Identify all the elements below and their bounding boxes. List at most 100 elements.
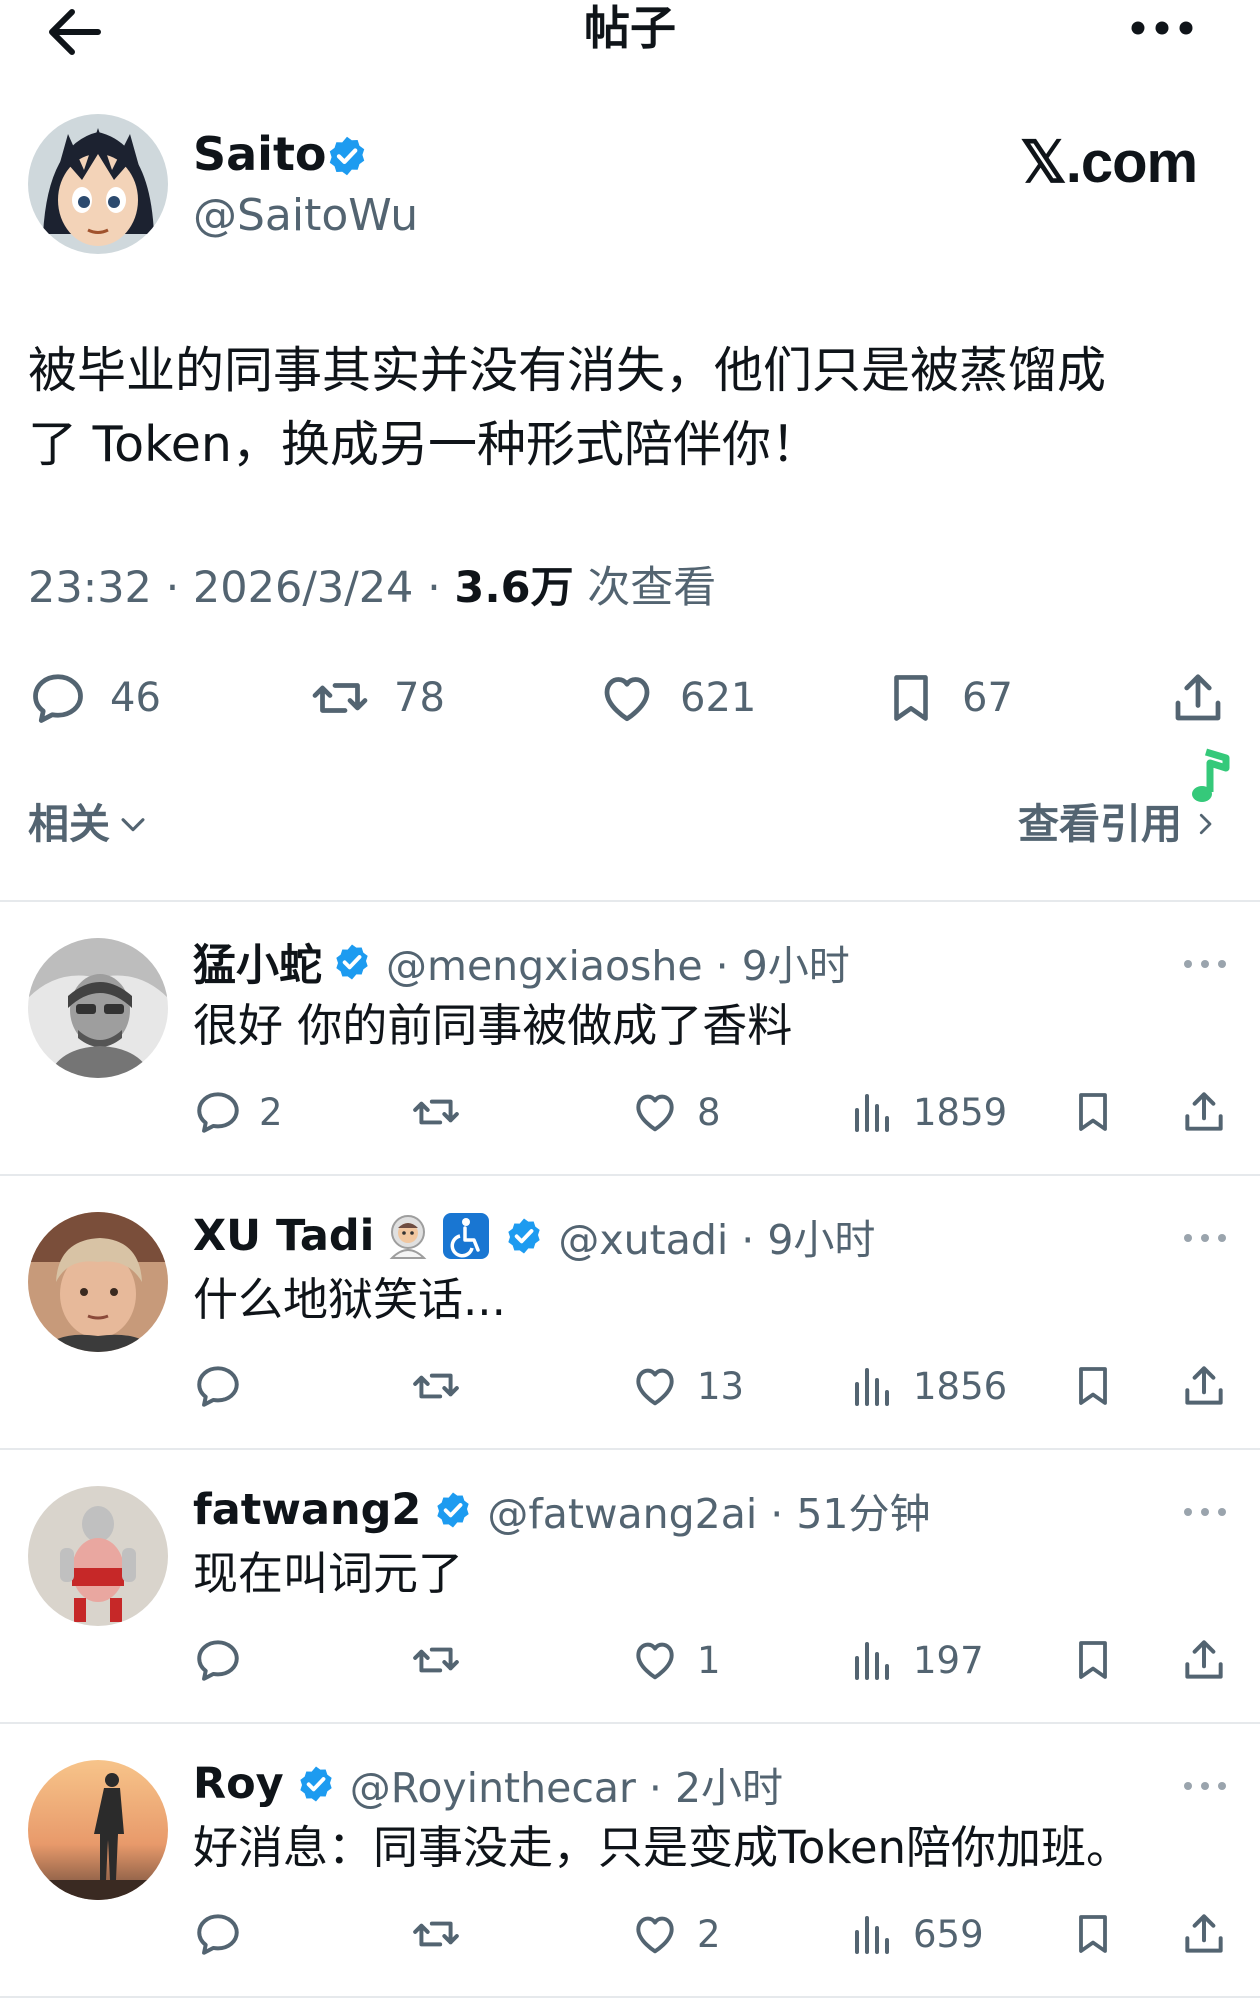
repost-button[interactable] [409,1356,479,1416]
like-button[interactable]: 621 [596,668,756,728]
reply-author-handle[interactable]: @Royinthecar · 2小时 [350,1754,783,1814]
share-button[interactable] [1179,1904,1229,1964]
top-bar: 帖子 [0,0,1260,70]
share-icon [1179,1909,1229,1959]
bookmark-button[interactable] [1069,1630,1117,1690]
repost-icon [308,668,372,728]
reply-header: fatwang2 @fatwang2ai · 51分钟 [193,1480,931,1540]
share-button[interactable] [1179,1630,1229,1690]
reply-author-handle[interactable]: @xutadi · 9小时 [558,1206,875,1266]
like-button[interactable]: 13 [629,1356,744,1416]
reply-avatar[interactable] [28,1486,168,1626]
chevron-right-icon [1199,813,1212,835]
reply-button[interactable] [193,1356,259,1416]
like-icon [629,1361,681,1411]
views-button[interactable]: 659 [849,1904,984,1964]
post-text-line: 了 Token，换成另一种形式陪伴你！ [28,416,820,473]
more-options-icon[interactable] [1180,1226,1230,1250]
reply-author-name[interactable]: XU Tadi [193,1211,374,1261]
author-name[interactable]: Saito [193,126,327,182]
reply-author-name[interactable]: 猛小蛇 [193,931,322,993]
views-count: 1859 [913,1090,1008,1134]
repost-icon [409,1361,463,1411]
reply-item[interactable]: Roy @Royinthecar · 2小时 好消息：同事没走，只是变成Toke… [0,1724,1260,1996]
share-button[interactable] [1179,1082,1229,1142]
reply-icon [28,668,88,728]
bookmark-button[interactable]: 67 [882,668,1013,728]
reply-button[interactable] [193,1630,259,1690]
like-button[interactable]: 1 [629,1630,721,1690]
like-icon [629,1087,681,1137]
like-button[interactable]: 8 [629,1082,721,1142]
views-button[interactable]: 197 [849,1630,984,1690]
reply-actions: 13 1856 [193,1356,1233,1416]
reply-author-name[interactable]: Roy [193,1759,284,1809]
views-button[interactable]: 1856 [849,1356,1007,1416]
reply-avatar[interactable] [28,1760,168,1900]
like-count: 8 [697,1090,721,1134]
reply-actions: 1 197 [193,1630,1233,1690]
post-text-line: 被毕业的同事其实并没有消失，他们只是被蒸馏成 [28,342,1107,399]
post-timestamp: 23:32 · 2026/3/24 · [28,563,455,613]
repost-icon [409,1087,463,1137]
post-text: 被毕业的同事其实并没有消失，他们只是被蒸馏成 了 Token，换成另一种形式陪伴… [28,334,1238,482]
wheelchair-symbol-icon [442,1212,490,1260]
related-dropdown[interactable]: 相关 [28,796,150,852]
bookmark-button[interactable] [1069,1904,1117,1964]
verified-badge-icon [325,134,369,178]
share-button[interactable] [1168,668,1228,728]
verified-badge-icon [433,1490,473,1530]
reply-count: 46 [110,675,161,721]
reply-icon [193,1361,243,1411]
more-options-icon[interactable] [1180,1500,1230,1524]
reply-author-handle[interactable]: @fatwang2ai · 51分钟 [487,1480,930,1540]
author-handle[interactable]: @SaitoWu [193,188,418,244]
reply-header: XU Tadi @xutadi · 9小时 [193,1206,875,1266]
like-count: 1 [697,1638,721,1682]
share-icon [1168,668,1228,728]
view-quotes-link[interactable]: 查看引用 [1018,796,1220,852]
reply-actions: 2 8 1859 [193,1082,1233,1142]
more-options-icon[interactable] [1128,8,1196,48]
repost-button[interactable]: 78 [308,668,445,728]
reply-header: Roy @Royinthecar · 2小时 [193,1754,783,1814]
reply-icon [193,1087,243,1137]
repost-button[interactable] [409,1904,479,1964]
repost-button[interactable] [409,1082,479,1142]
reply-avatar[interactable] [28,938,168,1078]
more-options-icon[interactable] [1180,952,1230,976]
bookmark-icon [882,668,940,728]
repost-button[interactable] [409,1630,479,1690]
views-button[interactable]: 1859 [849,1082,1007,1142]
share-icon [1179,1361,1229,1411]
reply-author-handle[interactable]: @mengxiaoshe · 9小时 [386,932,850,992]
reply-avatar[interactable] [28,1212,168,1352]
reply-item[interactable]: XU Tadi @xutadi · 9小时 什么地狱笑话... 13 1856 [0,1176,1260,1448]
like-icon [629,1635,681,1685]
like-button[interactable]: 2 [629,1904,721,1964]
like-count: 2 [697,1912,721,1956]
bookmark-button[interactable] [1069,1356,1117,1416]
bookmark-button[interactable] [1069,1082,1117,1142]
view-quotes-label: 查看引用 [1018,800,1182,848]
reply-author-name[interactable]: fatwang2 [193,1485,421,1535]
share-icon [1179,1635,1229,1685]
author-avatar[interactable] [28,114,168,254]
views-icon [849,1361,897,1411]
more-options-icon[interactable] [1180,1774,1230,1798]
reply-item[interactable]: 猛小蛇 @mengxiaoshe · 9小时 很好 你的前同事被做成了香料 2 … [0,902,1260,1174]
reply-button[interactable]: 2 [193,1082,283,1142]
bookmark-icon [1069,1087,1117,1137]
astronaut-emoji-icon [384,1212,432,1260]
divider [0,1996,1260,1998]
reply-item[interactable]: fatwang2 @fatwang2ai · 51分钟 现在叫词元了 1 197 [0,1450,1260,1722]
reply-button[interactable] [193,1904,259,1964]
verified-badge-icon [296,1764,336,1804]
views-icon [849,1909,897,1959]
related-label: 相关 [28,800,110,848]
views-count: 659 [913,1912,984,1956]
share-button[interactable] [1179,1356,1229,1416]
chevron-down-icon [121,818,145,832]
like-count: 13 [697,1364,745,1408]
reply-button[interactable]: 46 [28,668,161,728]
